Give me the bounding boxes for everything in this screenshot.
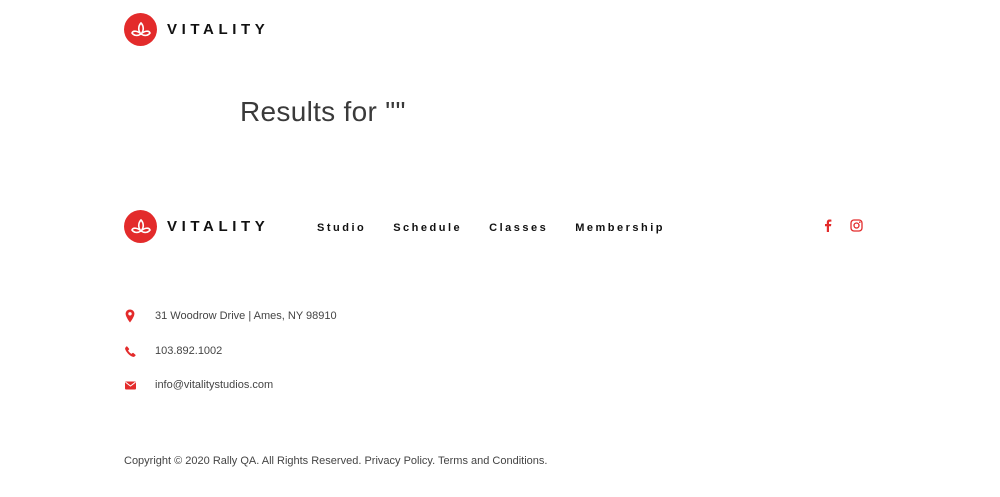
facebook-link[interactable]: [822, 219, 834, 232]
brand-name: VITALITY: [167, 21, 270, 38]
phone-text[interactable]: 103.892.1002: [155, 345, 222, 357]
header-logo[interactable]: VITALITY: [124, 13, 269, 46]
contact-email: info@vitalitystudios.com: [124, 378, 273, 392]
phone-icon: [124, 344, 136, 358]
footer-nav: Studio Schedule Classes Membership: [317, 222, 692, 234]
facebook-icon: [825, 219, 832, 232]
footer-nav-schedule[interactable]: Schedule: [393, 222, 462, 234]
lotus-logo-icon: [124, 13, 157, 46]
privacy-policy-link[interactable]: Privacy Policy.: [364, 455, 435, 467]
page: VITALITY Results for "" VITALITY Studio …: [0, 0, 1000, 497]
footer-nav-membership[interactable]: Membership: [575, 222, 665, 234]
contact-address: 31 Woodrow Drive | Ames, NY 98910: [124, 309, 337, 323]
footer-logo[interactable]: VITALITY: [124, 210, 269, 243]
terms-link[interactable]: Terms and Conditions.: [438, 455, 547, 467]
map-pin-icon: [124, 309, 136, 323]
instagram-icon: [850, 219, 863, 232]
instagram-link[interactable]: [850, 219, 863, 232]
page-title: Results for "": [240, 96, 406, 127]
copyright-text: Copyright © 2020 Rally QA. All Rights Re…: [124, 455, 362, 467]
brand-name: VITALITY: [167, 218, 270, 235]
envelope-icon: [124, 378, 136, 392]
footer-nav-classes[interactable]: Classes: [489, 222, 548, 234]
copyright: Copyright © 2020 Rally QA. All Rights Re…: [124, 455, 547, 467]
email-text[interactable]: info@vitalitystudios.com: [155, 379, 273, 391]
contact-phone: 103.892.1002: [124, 344, 222, 358]
footer-nav-studio[interactable]: Studio: [317, 222, 366, 234]
address-text: 31 Woodrow Drive | Ames, NY 98910: [155, 310, 337, 322]
lotus-logo-icon: [124, 210, 157, 243]
